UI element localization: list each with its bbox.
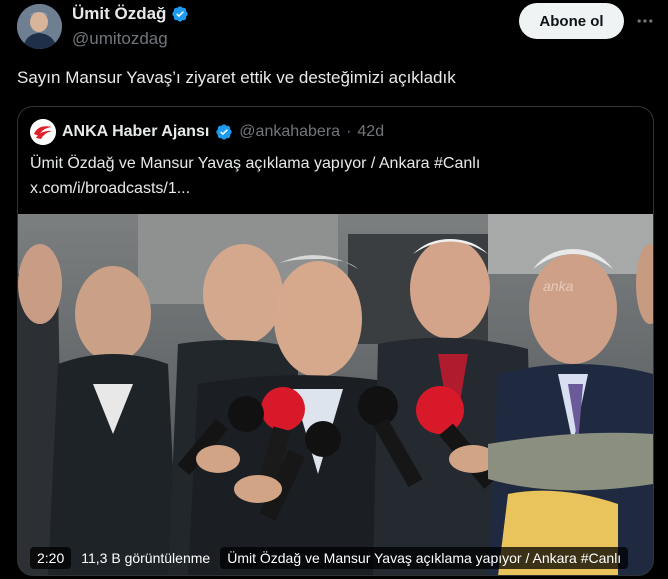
quote-text-line1: Ümit Özdağ ve Mansur Yavaş açıklama yapı… — [30, 155, 481, 172]
anka-watermark: anka — [543, 278, 574, 294]
verified-badge-icon — [216, 124, 232, 140]
separator-dot: · — [346, 123, 352, 140]
author-name[interactable]: Ümit Özdağ — [72, 2, 189, 26]
author-handle[interactable]: @umitozdag — [72, 28, 189, 50]
more-icon[interactable] — [632, 8, 658, 34]
quote-author-handle[interactable]: @ankahabera — [239, 121, 340, 143]
quote-timestamp[interactable]: 42d — [357, 121, 384, 143]
video-player[interactable]: anka 2:20 11,3 B görüntülenme Ümit Özdağ… — [18, 214, 653, 575]
verified-badge-icon — [172, 6, 189, 22]
follow-button[interactable]: Abone ol — [519, 3, 624, 39]
quote-text: Ümit Özdağ ve Mansur Yavaş açıklama yapı… — [30, 151, 630, 201]
view-count: 11,3 B görüntülenme — [81, 550, 211, 566]
tweet-text: Sayın Mansur Yavaş’ı ziyaret ettik ve de… — [17, 68, 456, 87]
broadcast-title: Ümit Özdağ ve Mansur Yavaş açıklama yapı… — [220, 547, 629, 569]
quote-header: ANKA Haber Ajansı @ankahabera · 42d — [30, 119, 384, 145]
video-duration: 2:20 — [30, 547, 72, 569]
anka-logo-icon[interactable] — [30, 119, 56, 145]
quoted-tweet[interactable]: ANKA Haber Ajansı @ankahabera · 42d Ümit… — [17, 106, 654, 576]
quote-link[interactable]: x.com/i/broadcasts/1... — [30, 176, 630, 201]
video-frame — [18, 214, 653, 575]
video-overlay: 2:20 11,3 B görüntülenme Ümit Özdağ ve M… — [18, 540, 653, 575]
author-block: Ümit Özdağ @umitozdag — [72, 2, 189, 50]
quote-author-name[interactable]: ANKA Haber Ajansı — [62, 121, 209, 143]
author-avatar[interactable] — [17, 4, 62, 49]
author-name-text[interactable]: Ümit Özdağ — [72, 2, 166, 26]
